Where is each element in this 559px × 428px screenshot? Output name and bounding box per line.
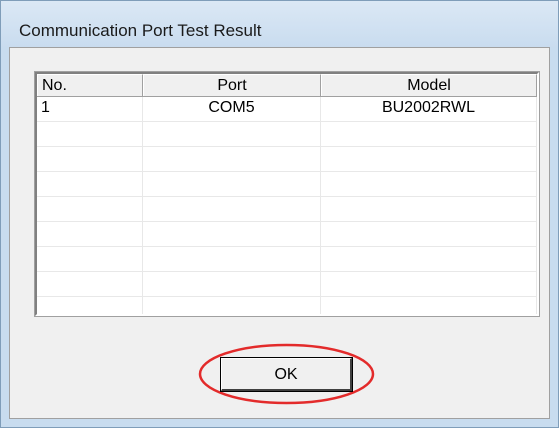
cell-model bbox=[321, 122, 537, 146]
dialog-window: Communication Port Test Result No. Port … bbox=[0, 0, 559, 428]
cell-no bbox=[37, 197, 143, 221]
cell-model bbox=[321, 147, 537, 171]
window-title: Communication Port Test Result bbox=[19, 21, 262, 40]
ok-button[interactable]: OK bbox=[220, 357, 353, 392]
cell-no: 1 bbox=[37, 97, 143, 121]
cell-model bbox=[321, 222, 537, 246]
cell-model bbox=[321, 247, 537, 271]
cell-port bbox=[143, 197, 321, 221]
column-header-no[interactable]: No. bbox=[37, 74, 143, 96]
table-row[interactable] bbox=[37, 247, 537, 272]
cell-no bbox=[37, 147, 143, 171]
table-row[interactable] bbox=[37, 197, 537, 222]
cell-port: COM5 bbox=[143, 97, 321, 121]
table-row[interactable] bbox=[37, 122, 537, 147]
table-row[interactable] bbox=[37, 147, 537, 172]
cell-model bbox=[321, 197, 537, 221]
list-header: No. Port Model bbox=[37, 74, 537, 97]
column-header-model[interactable]: Model bbox=[321, 74, 537, 96]
cell-model bbox=[321, 272, 537, 296]
cell-model bbox=[321, 172, 537, 196]
cell-port bbox=[143, 222, 321, 246]
dialog-body: No. Port Model 1 COM5 BU2002RWL OK bbox=[9, 47, 550, 419]
cell-no bbox=[37, 272, 143, 296]
title-bar[interactable]: Communication Port Test Result bbox=[1, 1, 558, 47]
cell-port bbox=[143, 172, 321, 196]
table-row[interactable] bbox=[37, 272, 537, 297]
table-row[interactable] bbox=[37, 222, 537, 247]
cell-no bbox=[37, 222, 143, 246]
cell-port bbox=[143, 272, 321, 296]
cell-no bbox=[37, 297, 143, 314]
cell-port bbox=[143, 147, 321, 171]
list-body: 1 COM5 BU2002RWL bbox=[37, 97, 537, 314]
button-area: OK bbox=[10, 338, 549, 408]
cell-no bbox=[37, 122, 143, 146]
cell-no bbox=[37, 247, 143, 271]
cell-port bbox=[143, 247, 321, 271]
cell-model: BU2002RWL bbox=[321, 97, 537, 121]
cell-model bbox=[321, 297, 537, 314]
column-header-port[interactable]: Port bbox=[143, 74, 321, 96]
cell-port bbox=[143, 122, 321, 146]
cell-no bbox=[37, 172, 143, 196]
table-row[interactable] bbox=[37, 172, 537, 197]
cell-port bbox=[143, 297, 321, 314]
result-list[interactable]: No. Port Model 1 COM5 BU2002RWL bbox=[34, 71, 540, 317]
table-row[interactable] bbox=[37, 297, 537, 314]
table-row[interactable]: 1 COM5 BU2002RWL bbox=[37, 97, 537, 122]
